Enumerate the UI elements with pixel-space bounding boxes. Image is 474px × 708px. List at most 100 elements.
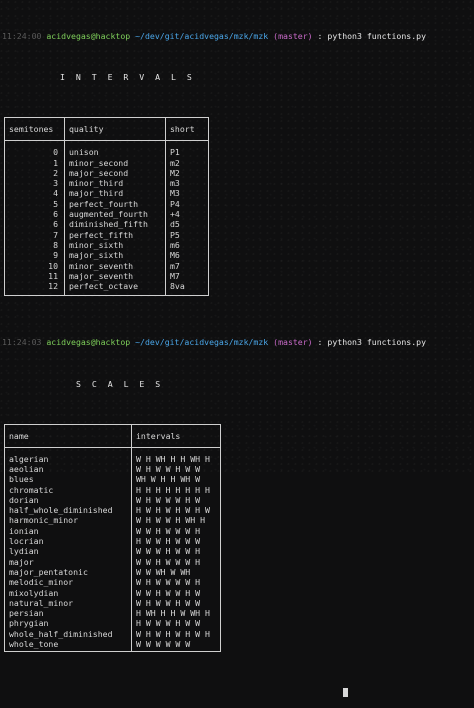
scale-name-cell: locrian [9, 536, 44, 547]
table-row: melodic_minor W H W W W W H [5, 577, 221, 588]
scale-intervals-cell: W H W W W W H [131, 577, 221, 588]
prompt-line-2: 11:24:03 acidvegas@hacktop ~/dev/git/aci… [2, 337, 472, 347]
scales-table: name intervals algerian W H WH H H WH Hae… [4, 423, 221, 653]
scale-intervals-cell: H W W H W W W [131, 536, 221, 547]
table-row: half_whole_diminished H W H W H W H W [5, 505, 221, 516]
table-row: aeolian W H W W H W W [5, 463, 221, 475]
quality-cell: major_sixth [64, 250, 166, 261]
quality-cell: augmented_fourth [64, 209, 166, 220]
scale-intervals-cell: W H W W H WH H [131, 515, 221, 526]
scale-intervals-cell: W W W H W W H [131, 546, 221, 557]
short-cell: m6 [165, 239, 209, 251]
semitones-cell: 6 [53, 219, 58, 230]
command-text: python3 functions.py [327, 337, 426, 348]
table-row: dorian W H W W W H W [5, 494, 221, 506]
table-row: 6 diminished_fifth d5 [5, 219, 209, 230]
scale-name-cell: mixolydian [9, 587, 59, 598]
short-cell: M3 [165, 188, 209, 199]
cursor-line [2, 687, 472, 698]
quality-cell: perfect_octave [64, 281, 166, 292]
scale-name-cell: major_pentatonic [9, 566, 88, 577]
table-row: major W W H W W W H [5, 556, 221, 567]
table-row: 9 major_sixth M6 [5, 250, 209, 261]
user-host: acidvegas@hacktop [46, 30, 131, 41]
scale-intervals-cell: W H W H W H W H [131, 628, 221, 640]
short-cell: +4 [165, 209, 209, 220]
table-row: 2 major_second M2 [5, 167, 209, 179]
cwd-path: ~/dev/git/acidvegas/mzk/mzk [135, 337, 269, 348]
semitones-cell: 10 [48, 260, 58, 271]
semitones-cell: 7 [53, 229, 58, 240]
semitones-cell: 3 [53, 178, 58, 189]
scale-intervals-cell: H H H H H H H H [131, 484, 221, 495]
prompt-separator: : [317, 337, 323, 348]
quality-cell: minor_seventh [64, 260, 166, 271]
scale-intervals-cell: H W W W H W W [131, 618, 221, 629]
terminal-window[interactable]: 11:24:00 acidvegas@hacktop ~/dev/git/aci… [2, 0, 472, 698]
short-cell: d5 [165, 219, 209, 230]
scale-intervals-cell: W H W W W H W [131, 494, 221, 506]
scale-name-cell: algerian [9, 453, 49, 464]
scales-body: algerian W H WH H H WH H aeolian W H W W H … [5, 453, 221, 650]
semitones-cell: 9 [53, 250, 58, 261]
short-cell: m3 [165, 178, 209, 189]
quality-cell: major_third [64, 188, 166, 199]
scale-intervals-cell: W W H W W H W [131, 587, 221, 598]
semitones-cell: 2 [53, 167, 58, 178]
intervals-header-row: semitones quality short [4, 117, 209, 142]
scale-intervals-cell: H W H W H W H W [131, 505, 221, 516]
short-cell: m7 [165, 260, 209, 271]
scales-header-row: name intervals [4, 424, 221, 448]
table-row: major_pentatonic W W WH W WH [5, 566, 221, 578]
quality-cell: unison [64, 147, 166, 158]
git-branch: (master) [273, 337, 313, 348]
table-row: 0 unison P1 [5, 147, 209, 158]
prompt-line-1: 11:24:00 acidvegas@hacktop ~/dev/git/aci… [2, 31, 472, 41]
semitones-cell: 8 [53, 239, 58, 250]
short-cell: M2 [165, 167, 209, 179]
table-row: whole_tone W W W W W W [5, 639, 221, 650]
semitones-cell: 5 [53, 198, 58, 209]
text-cursor [343, 688, 348, 698]
semitones-cell: 0 [53, 147, 58, 158]
short-cell: 8va [165, 281, 209, 292]
scales-title: S C A L E S [76, 378, 164, 389]
column-header: quality [64, 117, 166, 142]
column-header: short [165, 117, 209, 142]
table-row: 3 minor_third m3 [5, 178, 209, 189]
scale-intervals-cell: W H W W H W W [131, 463, 221, 475]
timestamp: 11:24:00 [2, 30, 42, 41]
scale-name-cell: blues [9, 474, 34, 485]
scale-name-cell: melodic_minor [9, 577, 74, 588]
scale-intervals-cell: W H WH H H WH H [131, 453, 221, 464]
quality-cell: diminished_fifth [64, 219, 166, 230]
table-row: mixolydian W W H W W H W [5, 587, 221, 598]
quality-cell: perfect_fourth [64, 198, 166, 210]
table-row: whole_half_diminished W H W H W H W H [5, 628, 221, 640]
semitones-cell: 4 [53, 188, 58, 199]
short-cell: m2 [165, 157, 209, 168]
scale-intervals-cell: W W W W W W [131, 639, 221, 650]
quality-cell: perfect_fifth [64, 229, 166, 240]
scale-intervals-cell: W H W W H W W [131, 597, 221, 609]
prompt-separator: : [317, 30, 323, 41]
user-host: acidvegas@hacktop [46, 337, 131, 348]
short-cell: P1 [165, 147, 209, 158]
semitones-cell: 1 [53, 157, 58, 168]
scale-name-cell: aeolian [9, 463, 44, 474]
table-row: locrian H W W H W W W [5, 536, 221, 547]
table-row: algerian W H WH H H WH H [5, 453, 221, 464]
table-row: 11 major_seventh M7 [5, 270, 209, 282]
scale-name-cell: dorian [9, 494, 39, 505]
table-row: harmonic_minor W H W W H WH H [5, 515, 221, 526]
table-row: chromatic H H H H H H H H [5, 484, 221, 495]
timestamp: 11:24:03 [2, 337, 42, 348]
quality-cell: minor_third [64, 178, 166, 189]
table-row: 8 minor_sixth m6 [5, 239, 209, 251]
scale-intervals-cell: H WH H H W WH H [131, 608, 221, 619]
scale-intervals-cell: W W WH W WH [131, 566, 221, 578]
table-row: 7 perfect_fifth P5 [5, 229, 209, 240]
short-cell: P5 [165, 229, 209, 240]
command-text: python3 functions.py [327, 30, 426, 41]
column-header: name [4, 424, 132, 448]
